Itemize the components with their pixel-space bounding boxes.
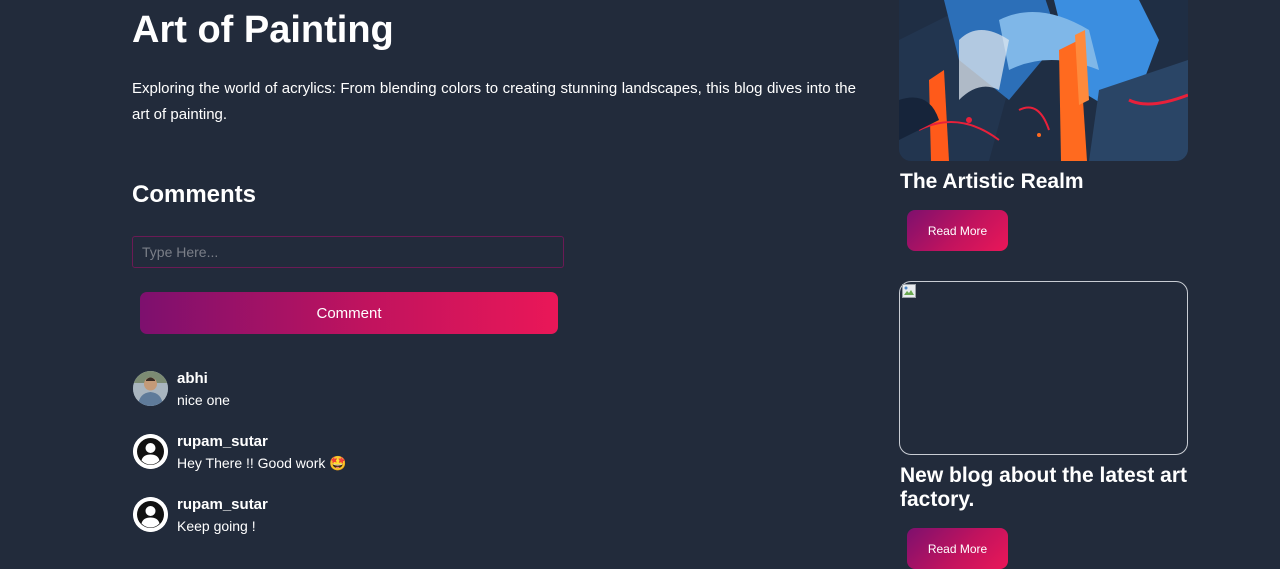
comment-button[interactable]: Comment [140,292,558,334]
comment-text: Keep going ! [177,518,256,534]
blog-card: The Artistic Realm Read More [899,0,1189,251]
broken-image-placeholder[interactable] [899,281,1188,455]
comment-username[interactable]: rupam_sutar [177,433,268,451]
comment-username[interactable]: abhi [177,370,208,388]
post-description: Exploring the world of acrylics: From bl… [132,80,856,123]
default-user-icon [133,497,168,532]
read-more-button[interactable]: Read More [907,210,1008,251]
comment-input[interactable] [132,236,564,268]
comment-text: Hey There !! Good work 🤩 [177,455,347,471]
comment-item: rupam_sutar Keep going ! [132,495,732,558]
card-title[interactable]: The Artistic Realm [900,170,1084,194]
comment-text: nice one [177,392,230,408]
comments-heading: Comments [132,181,257,208]
user-avatar-photo [133,371,168,406]
comment-username[interactable]: rupam_sutar [177,496,268,514]
default-user-icon [133,434,168,469]
comment-item: abhi nice one [132,369,732,432]
broken-image-icon [902,284,916,298]
post-title: Art of Painting [132,9,394,51]
card-title[interactable]: New blog about the latest art factory. [900,464,1190,512]
comment-item: rupam_sutar Hey There !! Good work 🤩 [132,432,732,495]
comment-list: abhi nice one rupam_sutar Hey There !! G… [132,369,732,558]
read-more-button[interactable]: Read More [907,528,1008,569]
blog-card: New blog about the latest art factory. R… [899,281,1189,569]
abstract-painting-image[interactable] [899,0,1188,161]
